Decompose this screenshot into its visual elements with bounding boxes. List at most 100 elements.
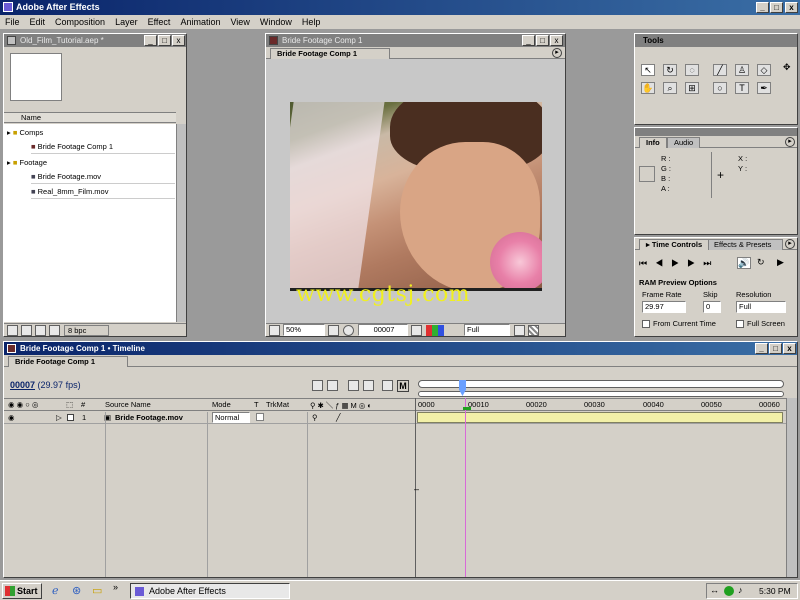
project-close-button[interactable]: x — [172, 35, 185, 46]
menu-file[interactable]: File — [0, 15, 25, 29]
work-area-bar[interactable] — [418, 380, 784, 388]
hand-tool-icon[interactable]: ✋ — [641, 82, 655, 94]
minimize-button[interactable]: _ — [756, 2, 769, 13]
bpc-button[interactable]: 8 bpc — [64, 325, 109, 336]
comp-resolution-select[interactable]: Full — [464, 324, 510, 336]
draft-3d-icon[interactable] — [382, 380, 393, 391]
expand-triangle-icon[interactable]: ▷ — [56, 413, 62, 422]
comp-close-button[interactable]: x — [550, 35, 563, 46]
comp-title-bar[interactable]: Bride Footage Comp 1 _ □ x — [266, 34, 565, 47]
menu-edit[interactable]: Edit — [25, 15, 51, 29]
tab-timeline-comp[interactable]: Bride Footage Comp 1 — [8, 356, 128, 367]
zoom-select[interactable]: 50% — [283, 324, 325, 336]
ie-icon[interactable]: ℯ — [52, 584, 59, 597]
selection-tool-icon[interactable]: ↖ — [641, 64, 655, 76]
orbit-camera-tool-icon[interactable]: ◌ — [685, 64, 699, 76]
timeline-close-button[interactable]: x — [783, 343, 796, 354]
volume-tray-icon[interactable]: ♪ — [738, 585, 743, 595]
ram-resolution-select[interactable]: Full — [736, 301, 786, 313]
network-tray-icon[interactable] — [724, 586, 734, 596]
safe-zones-icon[interactable] — [328, 325, 339, 336]
start-button[interactable]: Start — [2, 583, 42, 599]
project-item-footage[interactable]: ▸ ■ Footage — [7, 156, 175, 170]
project-item-bride-footage[interactable]: ■ Bride Footage.mov — [31, 170, 175, 184]
full-screen-checkbox[interactable]: Full Screen — [736, 319, 785, 329]
menu-effect[interactable]: Effect — [143, 15, 176, 29]
chevron-icon[interactable]: » — [113, 582, 118, 592]
tab-effects-presets[interactable]: Effects & Presets — [707, 239, 783, 250]
comp-timecode-field[interactable]: 00007 — [358, 324, 408, 336]
layer-label-icon[interactable] — [67, 414, 74, 421]
shy-switch-icon[interactable]: ⚲ — [312, 413, 318, 422]
find-icon[interactable] — [7, 325, 18, 336]
comp-minimize-button[interactable]: _ — [522, 35, 535, 46]
first-frame-icon[interactable]: ⏮ — [639, 258, 655, 268]
transparency-grid-icon[interactable] — [528, 325, 539, 336]
skip-field[interactable]: 0 — [703, 301, 721, 313]
menu-view[interactable]: View — [225, 15, 254, 29]
tools-title-bar[interactable]: Tools — [635, 34, 797, 47]
last-frame-icon[interactable]: ⏭ — [703, 258, 719, 268]
monitor-icon[interactable] — [269, 325, 280, 336]
move-camera-icon[interactable]: ✥ — [783, 62, 794, 74]
project-column-name[interactable]: Name — [4, 112, 176, 123]
project-item-bride-comp[interactable]: ■ Bride Footage Comp 1 — [31, 140, 175, 154]
menu-help[interactable]: Help — [297, 15, 326, 29]
zoom-tool-icon[interactable]: ⌕ — [663, 82, 677, 94]
project-item-real-8mm[interactable]: ■ Real_8mm_Film.mov — [31, 185, 175, 199]
info-menu-arrow-icon[interactable]: ▸ — [785, 137, 795, 147]
frame-blending-icon[interactable] — [348, 380, 359, 391]
loop-icon[interactable]: ↻ — [757, 257, 765, 268]
previous-frame-icon[interactable]: ◀ — [655, 258, 671, 268]
project-minimize-button[interactable]: _ — [144, 35, 157, 46]
arrow-tray-icon[interactable]: ↔ — [710, 585, 719, 595]
menu-composition[interactable]: Composition — [50, 15, 110, 29]
shy-layers-icon[interactable] — [327, 380, 338, 391]
ram-preview-icon[interactable]: ▶ — [777, 257, 784, 268]
time-ruler[interactable]: 0000 00010 00020 00030 00040 00050 00060 — [416, 399, 786, 411]
close-button[interactable]: x — [785, 2, 798, 13]
tab-audio[interactable]: Audio — [667, 137, 701, 148]
preserve-transparency-checkbox[interactable] — [256, 413, 264, 421]
outlook-icon[interactable]: ⊛ — [72, 584, 81, 597]
comp-menu-arrow-icon[interactable]: ▸ — [552, 48, 562, 58]
rotation-tool-icon[interactable]: ↻ — [663, 64, 677, 76]
pan-behind-tool-icon[interactable]: ⊞ — [685, 82, 699, 94]
markers-icon[interactable]: M — [397, 380, 409, 392]
taskbar-task-after-effects[interactable]: Adobe After Effects — [130, 583, 290, 599]
quality-switch-icon[interactable]: ╱ — [336, 413, 341, 422]
play-icon[interactable]: ▶ — [671, 258, 687, 268]
project-maximize-button[interactable]: □ — [158, 35, 171, 46]
source-name-header[interactable]: Source Name — [105, 400, 151, 409]
time-navigator-bar[interactable] — [418, 391, 784, 397]
menu-window[interactable]: Window — [255, 15, 297, 29]
comp-mini-flowchart-icon[interactable] — [312, 380, 323, 391]
brush-tool-icon[interactable]: ╱ — [713, 64, 727, 76]
new-comp-icon[interactable] — [35, 325, 46, 336]
from-current-time-checkbox[interactable]: From Current Time — [642, 319, 716, 329]
motion-blur-icon[interactable] — [363, 380, 374, 391]
time-menu-arrow-icon[interactable]: ▸ — [785, 239, 795, 249]
comp-viewer-image[interactable] — [290, 102, 542, 288]
project-title-bar[interactable]: Old_Film_Tutorial.aep * _ □ x — [4, 34, 186, 47]
project-scrollbar[interactable] — [176, 124, 186, 322]
tab-comp[interactable]: Bride Footage Comp 1 — [270, 48, 390, 59]
comp-maximize-button[interactable]: □ — [536, 35, 549, 46]
timeline-scrollbar[interactable] — [786, 398, 797, 577]
timeline-maximize-button[interactable]: □ — [769, 343, 782, 354]
frame-rate-select[interactable]: 29.97 — [642, 301, 686, 313]
layer-name[interactable]: Bride Footage.mov — [115, 413, 183, 422]
clone-stamp-tool-icon[interactable]: ♙ — [735, 64, 749, 76]
timeline-timecode[interactable]: 00007 (29.97 fps) — [10, 380, 81, 390]
region-of-interest-icon[interactable] — [514, 325, 525, 336]
tab-info[interactable]: Info — [639, 137, 667, 148]
tab-time-controls[interactable]: ▸ Time Controls — [639, 239, 710, 250]
ellipse-mask-tool-icon[interactable]: ○ — [713, 82, 727, 94]
next-frame-icon[interactable]: ▶ — [687, 258, 703, 268]
trash-icon[interactable] — [49, 325, 60, 336]
maximize-button[interactable]: □ — [770, 2, 783, 13]
layer-duration-bar[interactable] — [417, 412, 783, 423]
eraser-tool-icon[interactable]: ◇ — [757, 64, 771, 76]
video-switch-icon[interactable]: ◉ — [8, 413, 15, 422]
snapshot-icon[interactable] — [411, 325, 422, 336]
